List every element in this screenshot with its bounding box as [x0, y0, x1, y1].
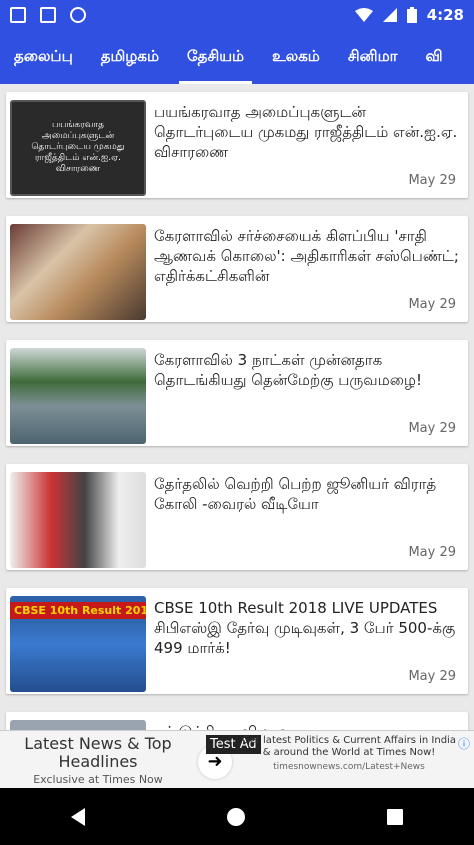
news-headline: ஏர் இந்தியா விமான [154, 722, 462, 730]
news-date: May 29 [408, 421, 456, 436]
news-headline: கேரளாவில் சர்ச்சையைக் கிளப்பிய 'சாதி ஆணவ… [154, 227, 459, 285]
news-thumbnail: பயங்கரவாத அமைப்புகளுடன் தொடர்புடைய முகமத… [10, 100, 146, 196]
ad-right: Get latest Politics & Current Affairs in… [240, 735, 458, 773]
ad-info-icon[interactable]: ⓘ [458, 735, 470, 752]
news-card[interactable]: ஏர் இந்தியா விமான [6, 712, 468, 730]
battery-icon [406, 7, 417, 23]
news-feed: பயங்கரவாத அமைப்புகளுடன் தொடர்புடைய முகமத… [0, 84, 474, 730]
home-icon[interactable] [227, 807, 245, 826]
news-date: May 29 [408, 173, 456, 188]
wifi-icon [354, 8, 373, 22]
news-thumbnail [10, 224, 146, 320]
news-date: May 29 [408, 297, 456, 312]
arrow-right-icon: ➜ [207, 751, 223, 772]
status-icon [40, 7, 56, 23]
recent-apps-icon[interactable] [387, 808, 403, 825]
news-headline: தேர்தலில் வெற்றி பெற்ற ஜூனியர் விராத் கோ… [154, 475, 437, 513]
ad-subtitle: Exclusive at Times Now [33, 773, 163, 786]
notification-icon [10, 7, 26, 23]
news-thumbnail: CBSE 10th Result 2018 [10, 596, 146, 692]
news-headline: கேரளாவில் 3 நாட்கள் முன்னதாக தொடங்கியது … [154, 351, 422, 389]
status-bar: 4:28 [0, 0, 474, 30]
ad-title: Latest News & Top Headlines [24, 734, 172, 771]
tab-more[interactable]: வி [411, 30, 456, 84]
status-time: 4:28 [426, 6, 464, 24]
news-headline: பயங்கரவாத அமைப்புகளுடன் தொடர்புடைய முகமத… [154, 103, 458, 161]
news-thumbnail [10, 472, 146, 568]
ad-banner[interactable]: Latest News & Top Headlines Exclusive at… [0, 730, 474, 788]
news-card[interactable]: தேர்தலில் வெற்றி பெற்ற ஜூனியர் விராத் கோ… [6, 464, 468, 570]
thumbnail-caption: பயங்கரவாத அமைப்புகளுடன் தொடர்புடைய முகமத… [31, 120, 125, 174]
tab-national[interactable]: தேசியம் [173, 30, 258, 84]
tab-tamilnadu[interactable]: தமிழகம் [87, 30, 173, 84]
news-card[interactable]: கேரளாவில் சர்ச்சையைக் கிளப்பிய 'சாதி ஆணவ… [6, 216, 468, 322]
navigation-bar [0, 788, 474, 845]
status-right: 4:28 [354, 6, 464, 24]
category-tabs: தலைப்பு தமிழகம் தேசியம் உலகம் சினிமா வி [0, 30, 474, 84]
news-date: May 29 [408, 669, 456, 684]
news-thumbnail [10, 720, 146, 730]
ad-url: timesnownews.com/Latest+News [273, 762, 425, 772]
tab-headlines[interactable]: தலைப்பு [0, 30, 87, 84]
back-icon[interactable] [71, 807, 85, 826]
ad-left: Latest News & Top Headlines Exclusive at… [8, 734, 188, 787]
status-left [10, 7, 86, 23]
sync-icon [70, 7, 86, 23]
news-card[interactable]: CBSE 10th Result 2018 CBSE 10th Result 2… [6, 588, 468, 694]
news-card[interactable]: பயங்கரவாத அமைப்புகளுடன் தொடர்புடைய முகமத… [6, 92, 468, 198]
tab-world[interactable]: உலகம் [258, 30, 334, 84]
news-card[interactable]: கேரளாவில் 3 நாட்கள் முன்னதாக தொடங்கியது … [6, 340, 468, 446]
tab-cinema[interactable]: சினிமா [334, 30, 412, 84]
thumbnail-caption: CBSE 10th Result 2018 [10, 602, 146, 619]
news-date: May 29 [408, 545, 456, 560]
ad-body: Get latest Politics & Current Affairs in… [242, 735, 456, 758]
news-thumbnail [10, 348, 146, 444]
news-headline: CBSE 10th Result 2018 LIVE UPDATES சிபிஎ… [154, 599, 456, 657]
signal-icon [382, 8, 397, 22]
